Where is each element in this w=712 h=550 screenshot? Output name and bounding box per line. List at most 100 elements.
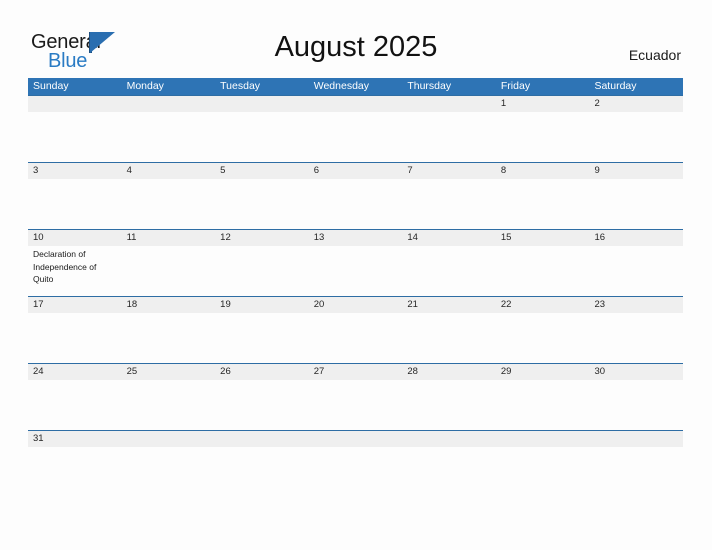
week-event-band xyxy=(28,380,683,430)
day-number[interactable]: 16 xyxy=(589,230,683,246)
day-event[interactable] xyxy=(122,246,216,296)
day-event[interactable] xyxy=(215,246,309,296)
day-number[interactable]: 1 xyxy=(496,96,590,112)
weekday-header-sunday: Sunday xyxy=(33,80,69,92)
day-event-holiday[interactable]: Declaration of Independence of Quito xyxy=(28,246,122,296)
day-event[interactable] xyxy=(309,246,403,296)
calendar-page: General Blue August 2025 Ecuador Sunday … xyxy=(0,0,712,550)
day-number[interactable]: 31 xyxy=(28,431,122,447)
week-date-band: 17 18 19 20 21 22 23 xyxy=(28,297,683,313)
day-event[interactable] xyxy=(122,313,216,363)
day-event[interactable] xyxy=(28,112,122,162)
day-event[interactable] xyxy=(28,179,122,229)
week-date-band: 24 25 26 27 28 29 30 xyxy=(28,364,683,380)
day-event[interactable] xyxy=(309,380,403,430)
week-date-band: 31 xyxy=(28,431,683,447)
day-event[interactable] xyxy=(589,112,683,162)
day-number[interactable]: 23 xyxy=(589,297,683,313)
day-number[interactable]: 2 xyxy=(589,96,683,112)
day-event[interactable] xyxy=(496,246,590,296)
day-number[interactable]: 29 xyxy=(496,364,590,380)
day-event[interactable] xyxy=(496,112,590,162)
day-event[interactable] xyxy=(309,179,403,229)
week-date-band: 1 2 xyxy=(28,96,683,112)
day-number[interactable]: 20 xyxy=(309,297,403,313)
week-event-band xyxy=(28,112,683,162)
day-number[interactable]: 27 xyxy=(309,364,403,380)
day-number[interactable]: 3 xyxy=(28,163,122,179)
day-number[interactable]: 30 xyxy=(589,364,683,380)
page-title: August 2025 xyxy=(274,31,438,63)
day-number[interactable]: 18 xyxy=(122,297,216,313)
day-number[interactable]: 12 xyxy=(215,230,309,246)
day-event[interactable] xyxy=(589,246,683,296)
day-number[interactable]: 8 xyxy=(496,163,590,179)
day-number[interactable] xyxy=(309,431,403,447)
day-number[interactable] xyxy=(215,431,309,447)
day-number[interactable] xyxy=(122,431,216,447)
day-event[interactable] xyxy=(589,380,683,430)
week-event-band xyxy=(28,179,683,229)
day-event[interactable] xyxy=(496,179,590,229)
weekday-header-row: Sunday Monday Tuesday Wednesday Thursday… xyxy=(28,78,683,95)
day-number[interactable]: 10 xyxy=(28,230,122,246)
day-event[interactable] xyxy=(402,112,496,162)
day-number[interactable] xyxy=(215,96,309,112)
calendar-week-row: 3 4 5 6 7 8 9 xyxy=(28,162,683,229)
day-event[interactable] xyxy=(28,313,122,363)
day-event[interactable] xyxy=(496,380,590,430)
calendar-week-row: 10 11 12 13 14 15 16 Declaration of Inde… xyxy=(28,229,683,296)
day-number[interactable]: 7 xyxy=(402,163,496,179)
week-event-band xyxy=(28,313,683,363)
day-number[interactable]: 25 xyxy=(122,364,216,380)
calendar-week-row: 1 2 xyxy=(28,95,683,162)
day-number[interactable]: 4 xyxy=(122,163,216,179)
day-event[interactable] xyxy=(122,179,216,229)
day-number[interactable]: 26 xyxy=(215,364,309,380)
day-event[interactable] xyxy=(402,313,496,363)
day-number[interactable] xyxy=(589,431,683,447)
day-number[interactable]: 22 xyxy=(496,297,590,313)
day-event[interactable] xyxy=(402,246,496,296)
day-number[interactable] xyxy=(402,96,496,112)
day-event[interactable] xyxy=(496,313,590,363)
day-event[interactable] xyxy=(122,380,216,430)
day-event[interactable] xyxy=(589,179,683,229)
day-number[interactable] xyxy=(28,96,122,112)
country-label: Ecuador xyxy=(628,47,681,63)
day-number[interactable]: 19 xyxy=(215,297,309,313)
day-event[interactable] xyxy=(309,313,403,363)
day-event[interactable] xyxy=(215,112,309,162)
day-number[interactable] xyxy=(402,431,496,447)
day-number[interactable]: 21 xyxy=(402,297,496,313)
day-number[interactable]: 9 xyxy=(589,163,683,179)
day-event[interactable] xyxy=(28,380,122,430)
day-number[interactable] xyxy=(309,96,403,112)
calendar-grid: Sunday Monday Tuesday Wednesday Thursday… xyxy=(28,78,683,447)
weekday-header-saturday: Saturday xyxy=(594,80,637,92)
day-number[interactable]: 24 xyxy=(28,364,122,380)
day-number[interactable]: 11 xyxy=(122,230,216,246)
day-number[interactable]: 17 xyxy=(28,297,122,313)
day-number[interactable]: 6 xyxy=(309,163,403,179)
day-event[interactable] xyxy=(215,380,309,430)
day-number[interactable]: 13 xyxy=(309,230,403,246)
day-number[interactable]: 28 xyxy=(402,364,496,380)
day-event[interactable] xyxy=(122,112,216,162)
day-number[interactable]: 14 xyxy=(402,230,496,246)
weekday-header-thursday: Thursday xyxy=(407,80,452,92)
weekday-header-tuesday: Tuesday xyxy=(220,80,261,92)
day-event[interactable] xyxy=(309,112,403,162)
week-date-band: 3 4 5 6 7 8 9 xyxy=(28,163,683,179)
day-event[interactable] xyxy=(215,179,309,229)
day-number[interactable]: 15 xyxy=(496,230,590,246)
day-event[interactable] xyxy=(402,380,496,430)
day-event[interactable] xyxy=(215,313,309,363)
day-number[interactable] xyxy=(496,431,590,447)
day-number[interactable]: 5 xyxy=(215,163,309,179)
calendar-week-row: 31 xyxy=(28,430,683,447)
week-date-band: 10 11 12 13 14 15 16 xyxy=(28,230,683,246)
day-number[interactable] xyxy=(122,96,216,112)
day-event[interactable] xyxy=(402,179,496,229)
day-event[interactable] xyxy=(589,313,683,363)
